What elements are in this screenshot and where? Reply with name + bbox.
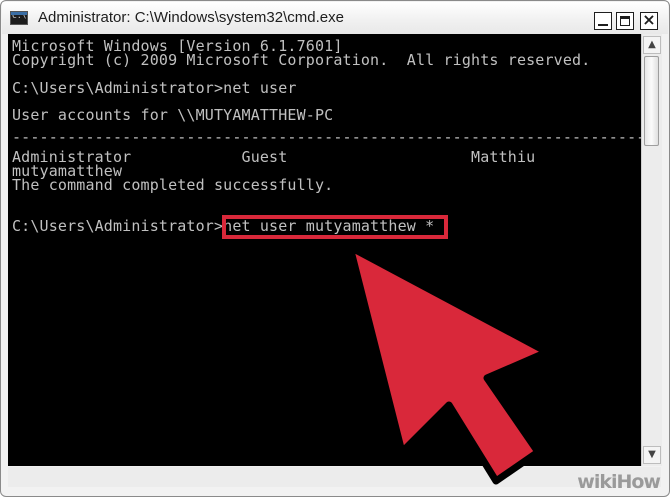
command-highlight-box bbox=[222, 215, 448, 239]
cmd-icon[interactable] bbox=[10, 11, 28, 25]
console-line: Copyright (c) 2009 Microsoft Corporation… bbox=[12, 51, 591, 69]
console-line: C:\Users\Administrator>net user bbox=[12, 79, 297, 97]
console-output[interactable]: Microsoft Windows [Version 6.1.7601] Cop… bbox=[8, 34, 641, 466]
wikihow-watermark: wikiHow bbox=[577, 471, 661, 493]
maximize-icon bbox=[620, 16, 630, 26]
bottom-frame bbox=[8, 467, 661, 487]
close-icon: × bbox=[642, 10, 656, 29]
title-bar[interactable]: Administrator: C:\Windows\system32\cmd.e… bbox=[2, 2, 668, 34]
scroll-down-arrow-icon[interactable]: ▼ bbox=[643, 446, 661, 464]
console-line: The command completed successfully. bbox=[12, 176, 334, 194]
minimize-icon bbox=[598, 24, 608, 26]
window-title: Administrator: C:\Windows\system32\cmd.e… bbox=[38, 9, 344, 26]
cmd-window: Administrator: C:\Windows\system32\cmd.e… bbox=[0, 0, 670, 497]
console-line: User accounts for \\MUTYAMATTHEW-PC bbox=[12, 106, 334, 124]
scroll-thumb[interactable] bbox=[644, 56, 659, 146]
minimize-button[interactable] bbox=[594, 12, 612, 30]
scroll-up-arrow-icon[interactable]: ▲ bbox=[643, 36, 661, 54]
console-separator: ----------------------------------------… bbox=[12, 128, 641, 146]
maximize-button[interactable] bbox=[616, 12, 634, 30]
close-button[interactable]: × bbox=[640, 10, 658, 30]
vertical-scrollbar[interactable]: ▲ ▼ bbox=[641, 34, 662, 466]
